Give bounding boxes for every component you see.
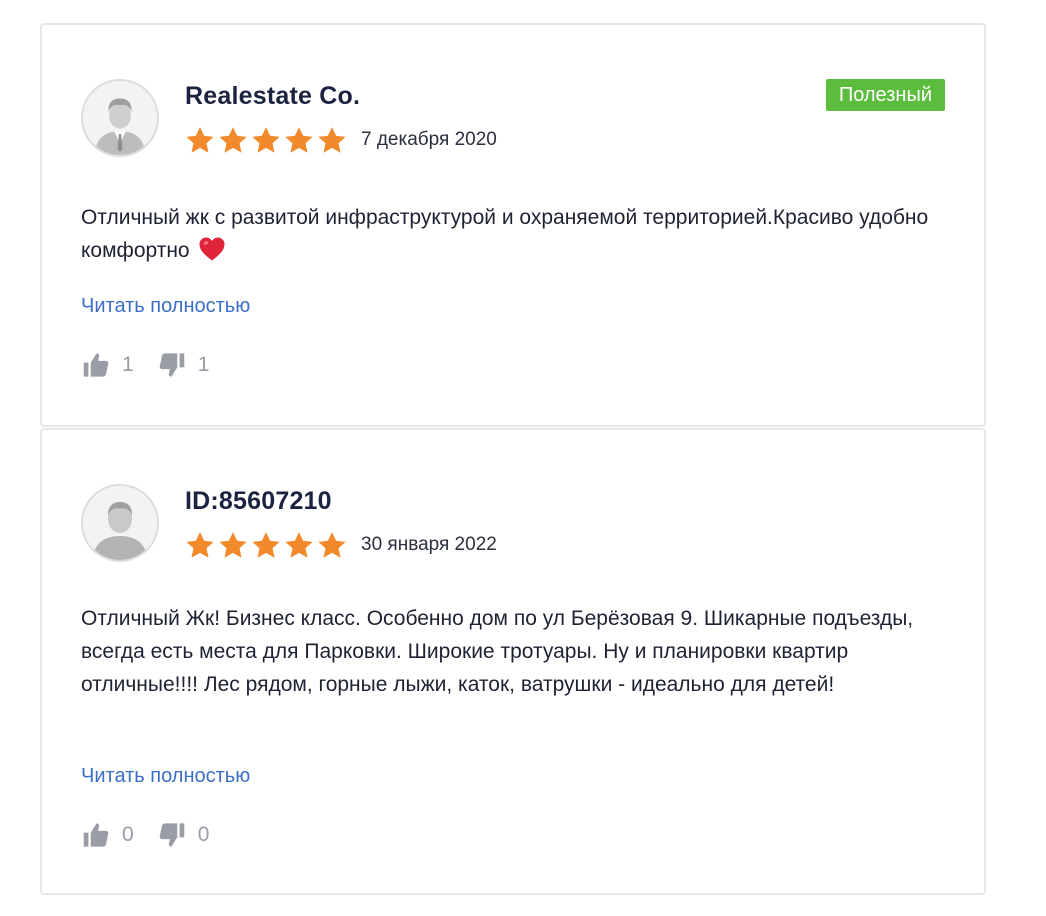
helpful-badge: Полезный xyxy=(825,79,945,111)
dislike-button[interactable]: 1 xyxy=(158,351,210,379)
like-button[interactable]: 1 xyxy=(82,351,134,379)
vote-controls: 1 1 xyxy=(82,350,209,380)
author-name[interactable]: Realestate Co. xyxy=(185,82,360,111)
avatar-businessman-icon xyxy=(83,81,157,155)
author-name[interactable]: ID:85607210 xyxy=(185,487,332,516)
avatar xyxy=(81,79,159,157)
dislike-count: 0 xyxy=(197,823,210,846)
star-icon xyxy=(219,127,247,153)
star-icon xyxy=(186,127,214,153)
star-icon xyxy=(219,532,247,558)
thumbs-down-icon xyxy=(159,823,184,847)
rating-stars xyxy=(184,530,348,562)
star-icon xyxy=(285,532,313,558)
rating-stars xyxy=(184,125,348,157)
thumbs-down-icon xyxy=(159,353,184,377)
like-count: 1 xyxy=(122,353,134,376)
dislike-button[interactable]: 0 xyxy=(158,821,210,849)
review-text: Отличный Жк! Бизнес класс. Особенно дом … xyxy=(81,607,914,696)
star-icon xyxy=(186,532,214,558)
review-card: Realestate Co. 7 декабря 2020 Полезный О… xyxy=(40,23,986,427)
thumbs-up-icon xyxy=(83,823,109,847)
like-count: 0 xyxy=(122,823,134,846)
review-date: 30 января 2022 xyxy=(361,534,497,555)
vote-controls: 0 0 xyxy=(82,820,209,850)
star-icon xyxy=(252,532,280,558)
star-icon xyxy=(318,127,346,153)
dislike-count: 1 xyxy=(197,353,210,376)
like-button[interactable]: 0 xyxy=(82,821,134,849)
heart-icon xyxy=(199,237,225,261)
star-icon xyxy=(252,127,280,153)
review-date: 7 декабря 2020 xyxy=(361,129,497,150)
review-card: ID:85607210 30 января 2022 Отличный Жк! … xyxy=(40,428,986,895)
avatar-person-icon xyxy=(83,486,157,560)
review-text: Отличный жк с развитой инфраструктурой и… xyxy=(81,201,961,267)
read-more-link[interactable]: Читать полностью xyxy=(81,765,250,788)
read-more-link[interactable]: Читать полностью xyxy=(81,295,250,318)
avatar xyxy=(81,484,159,562)
star-icon xyxy=(285,127,313,153)
star-icon xyxy=(318,532,346,558)
thumbs-up-icon xyxy=(83,353,109,377)
